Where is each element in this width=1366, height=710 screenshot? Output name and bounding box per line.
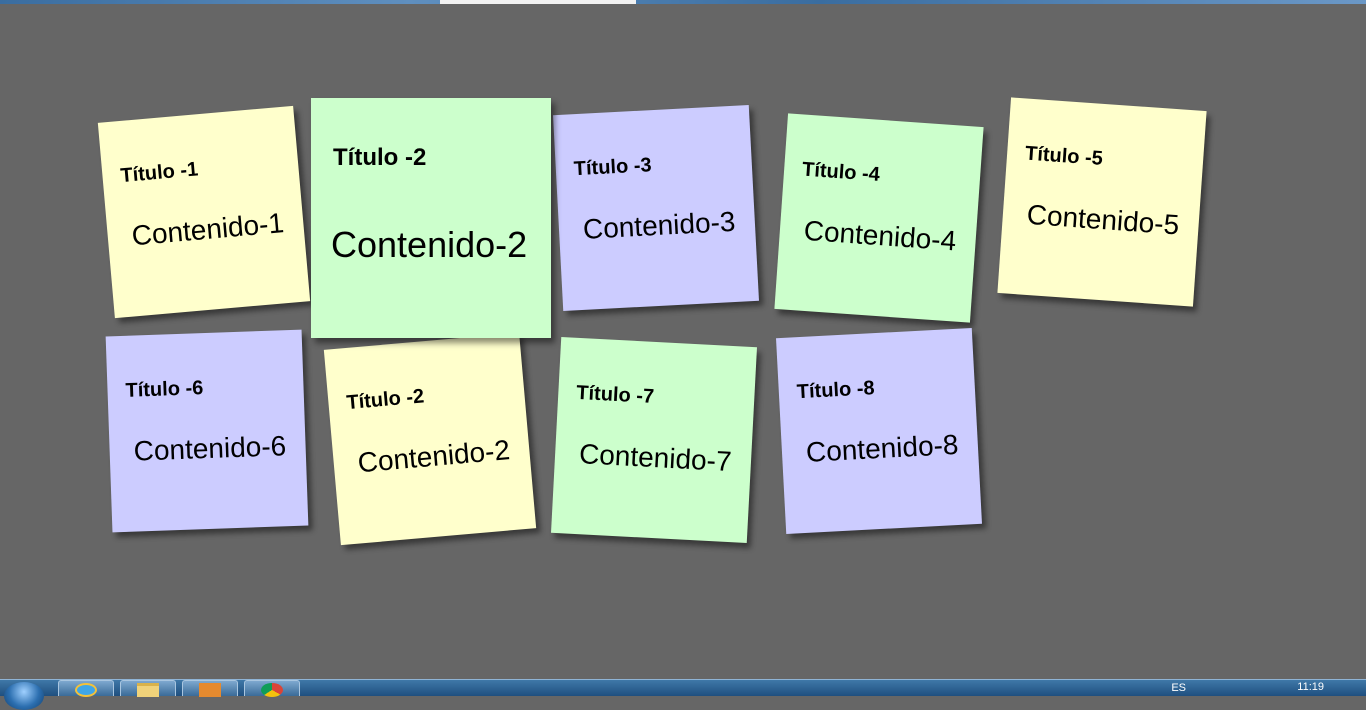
taskbar-app-media-player[interactable] <box>182 680 238 697</box>
sticky-note-4[interactable]: Título -4 Contenido-4 <box>774 113 984 323</box>
note-content: Contenido-2 <box>356 434 512 479</box>
sticky-note-2-enlarged[interactable]: Título -2 Contenido-2 <box>311 98 551 338</box>
sticky-note-2b[interactable]: Título -2 Contenido-2 <box>323 332 537 546</box>
sticky-note-3[interactable]: Título -3 Contenido-3 <box>553 105 759 311</box>
note-title: Título -3 <box>573 154 653 181</box>
taskbar: ES 11:19 <box>0 679 1366 710</box>
sticky-note-1[interactable]: Título -1 Contenido-1 <box>97 105 311 319</box>
note-title: Título -5 <box>1024 142 1104 170</box>
note-content: Contenido-3 <box>582 205 737 245</box>
note-content: Contenido-7 <box>578 438 733 478</box>
note-content: Contenido-6 <box>133 430 287 467</box>
note-content: Contenido-2 <box>331 224 528 265</box>
language-indicator[interactable]: ES <box>1171 682 1186 694</box>
sticky-note-8[interactable]: Título -8 Contenido-8 <box>776 328 982 534</box>
windows-start-orb-icon[interactable] <box>4 682 44 710</box>
note-title: Título -2 <box>345 385 425 415</box>
note-title: Título -7 <box>575 381 655 408</box>
note-title: Título -6 <box>125 377 204 402</box>
sticky-note-7[interactable]: Título -7 Contenido-7 <box>551 337 757 543</box>
sticky-notes-board: Título -1 Contenido-1 Título -3 Contenid… <box>0 4 1366 679</box>
note-title: Título -8 <box>796 377 876 404</box>
note-content: Contenido-5 <box>1025 198 1181 241</box>
note-content: Contenido-1 <box>130 207 286 252</box>
taskbar-app-file-explorer[interactable] <box>120 680 176 697</box>
note-title: Título -1 <box>119 158 199 188</box>
note-content: Contenido-4 <box>802 214 958 257</box>
sticky-note-6[interactable]: Título -6 Contenido-6 <box>105 329 309 533</box>
note-title: Título -4 <box>801 158 881 186</box>
sticky-note-5[interactable]: Título -5 Contenido-5 <box>997 97 1207 307</box>
taskbar-clock[interactable]: 11:19 <box>1297 681 1324 693</box>
note-title: Título -2 <box>333 144 427 171</box>
taskbar-app-internet-explorer[interactable] <box>58 680 114 697</box>
note-content: Contenido-8 <box>805 428 960 468</box>
taskbar-app-chrome[interactable] <box>244 680 300 697</box>
